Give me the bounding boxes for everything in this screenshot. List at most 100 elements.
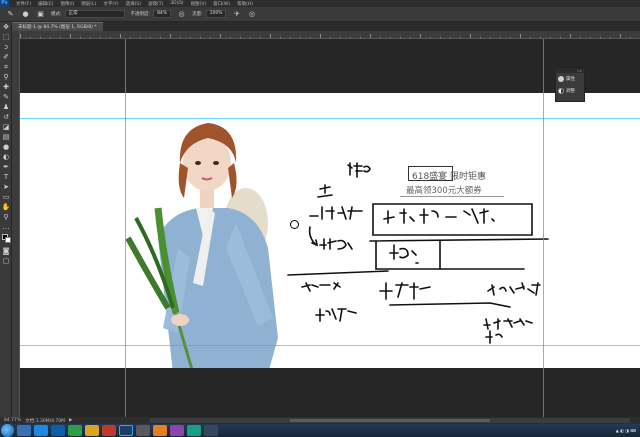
- quick-select-tool-icon[interactable]: ✐: [0, 52, 12, 62]
- box-mid: [375, 240, 525, 270]
- scribble-line-2: [309, 206, 363, 220]
- scribble-zhuti: [315, 308, 357, 322]
- mode-select[interactable]: 正常: [64, 10, 125, 18]
- horizontal-ruler[interactable]: [20, 31, 640, 39]
- eraser-tool-icon[interactable]: ◪: [0, 122, 12, 132]
- menu-select[interactable]: 选择(S): [126, 1, 141, 7]
- scribble-xx: [301, 282, 341, 292]
- opacity-label: 不透明度:: [130, 12, 151, 17]
- screen-mode-icon[interactable]: ▢: [0, 256, 12, 266]
- brush-tool-icon[interactable]: ✎: [0, 92, 12, 102]
- status-arrow-icon[interactable]: ▶: [69, 418, 72, 423]
- airbrush-icon[interactable]: ✈: [232, 10, 241, 19]
- taskbar-folder-icon[interactable]: [85, 425, 99, 436]
- taskbar-wechat-icon[interactable]: [68, 425, 82, 436]
- crop-tool-icon[interactable]: ⌗: [0, 62, 12, 72]
- options-bar: ✎ ● ▣ 模式: 正常 不透明度: 84% ◎ 流量: 100% ✈ ◎: [0, 7, 640, 22]
- vertical-ruler[interactable]: [12, 31, 20, 417]
- brush-tool-icon[interactable]: ✎: [6, 10, 15, 19]
- taskbar-app2-icon[interactable]: [187, 425, 201, 436]
- taskbar-explorer-icon[interactable]: [17, 425, 31, 436]
- marquee-tool-icon[interactable]: ⬚: [0, 32, 12, 42]
- brush-panel-toggle-icon[interactable]: ▣: [36, 10, 45, 19]
- start-button-icon[interactable]: [1, 424, 14, 437]
- taskbar-photoshop-icon[interactable]: [119, 425, 133, 436]
- menu-filter[interactable]: 滤镜(T): [148, 1, 163, 7]
- guide-horizontal-top[interactable]: [20, 118, 640, 119]
- properties-panel-button[interactable]: 属性: [556, 73, 584, 85]
- tab-strip: [12, 22, 640, 31]
- tools-panel: ✥ ⬚ ↄ ✐ ⌗ ⚲ ✚ ✎ ♟ ↺ ◪ ▤ ● ◐ ✒ T ➤ ▭ ✋ ⚲ …: [0, 22, 12, 417]
- taskbar-media-icon[interactable]: [102, 425, 116, 436]
- brush-cursor-icon: [290, 220, 299, 229]
- scribble-zhu: [317, 184, 333, 198]
- box-top: [372, 203, 533, 236]
- taskbar-qq-icon[interactable]: [51, 425, 65, 436]
- hand-tool-icon[interactable]: ✋: [0, 202, 12, 212]
- zoom-tool-icon[interactable]: ⚲: [0, 212, 12, 222]
- pressure-size-icon[interactable]: ◎: [247, 10, 256, 19]
- menu-3d[interactable]: 3D(D): [170, 1, 183, 6]
- pressure-opacity-icon[interactable]: ◎: [177, 10, 186, 19]
- history-brush-icon[interactable]: ↺: [0, 112, 12, 122]
- scribble-qian100: [487, 282, 541, 296]
- taskbar-ie-icon[interactable]: [34, 425, 48, 436]
- gradient-tool-icon[interactable]: ▤: [0, 132, 12, 142]
- blur-tool-icon[interactable]: ●: [0, 142, 12, 152]
- horizontal-scrollbar[interactable]: [150, 418, 630, 423]
- taskbar-app-icon[interactable]: [136, 425, 150, 436]
- brush-preset-icon[interactable]: ●: [21, 10, 30, 19]
- adjustments-panel-button[interactable]: 调整: [556, 85, 584, 97]
- adjustments-icon: [558, 88, 564, 94]
- opacity-input[interactable]: 84%: [153, 10, 172, 18]
- properties-icon: [558, 76, 564, 82]
- menu-edit[interactable]: 编辑(E): [38, 1, 53, 7]
- path-select-tool-icon[interactable]: ➤: [0, 182, 12, 192]
- guide-vertical-right[interactable]: [543, 39, 544, 417]
- menu-file[interactable]: 文件(F): [16, 1, 31, 7]
- type-tool-icon[interactable]: T: [0, 172, 12, 182]
- scrollbar-thumb[interactable]: [290, 419, 490, 422]
- flow-input[interactable]: 100%: [205, 10, 227, 18]
- promo-title: 618盛宴 限时钜惠: [412, 172, 487, 182]
- taskbar-app3-icon[interactable]: [204, 425, 218, 436]
- quick-mask-icon[interactable]: ◙: [0, 246, 12, 256]
- menu-type[interactable]: 文字(Y): [103, 1, 118, 7]
- document-info[interactable]: 文档:1.30M/4.70M: [25, 418, 65, 424]
- more-tools-icon[interactable]: …: [0, 222, 12, 232]
- document-canvas[interactable]: 618盛宴 限时钜惠 最高领300元大额券: [20, 93, 640, 368]
- shape-tool-icon[interactable]: ▭: [0, 192, 12, 202]
- healing-tool-icon[interactable]: ✚: [0, 82, 12, 92]
- scribble-time: [319, 238, 353, 250]
- menu-window[interactable]: 窗口(W): [213, 1, 230, 7]
- zoom-level[interactable]: 84.77%: [4, 418, 21, 423]
- scribble-shangxin: [383, 208, 495, 224]
- menu-bar: Ps 文件(F) 编辑(E) 图像(I) 图层(L) 文字(Y) 选择(S) 滤…: [0, 0, 640, 7]
- scribble-top-left: [347, 162, 371, 178]
- eyedropper-tool-icon[interactable]: ⚲: [0, 72, 12, 82]
- pen-tool-icon[interactable]: ✒: [0, 162, 12, 172]
- menu-image[interactable]: 图像(I): [60, 1, 74, 7]
- menu-help[interactable]: 帮助(H): [237, 1, 253, 7]
- menu-view[interactable]: 视图(V): [191, 1, 207, 7]
- taskbar-browser-icon[interactable]: [153, 425, 167, 436]
- move-tool-icon[interactable]: ✥: [0, 22, 12, 32]
- dodge-tool-icon[interactable]: ◐: [0, 152, 12, 162]
- promo-underline: [400, 196, 504, 197]
- line-mid: [369, 238, 549, 242]
- color-swatches[interactable]: [0, 232, 12, 246]
- guide-vertical-left[interactable]: [125, 39, 126, 417]
- promo-subtitle: 最高领300元大额券: [406, 186, 482, 196]
- menu-layer[interactable]: 图层(L): [81, 1, 96, 7]
- system-tray[interactable]: ▲ ◧ ◨ ⌨: [616, 428, 636, 433]
- scribble-xx-bottom: [483, 318, 533, 330]
- background-color-swatch[interactable]: [5, 237, 11, 243]
- lasso-tool-icon[interactable]: ↄ: [0, 42, 12, 52]
- stamp-tool-icon[interactable]: ♟: [0, 102, 12, 112]
- guide-horizontal-bottom[interactable]: [20, 345, 640, 346]
- taskbar-tool-icon[interactable]: [170, 425, 184, 436]
- document-tab[interactable]: 未标题-1 @ 84.7% (图层 1, RGB/8) *: [12, 22, 103, 31]
- mode-label: 模式:: [51, 12, 62, 17]
- arrow-curve: [308, 226, 319, 247]
- photoshop-logo: Ps: [0, 0, 9, 7]
